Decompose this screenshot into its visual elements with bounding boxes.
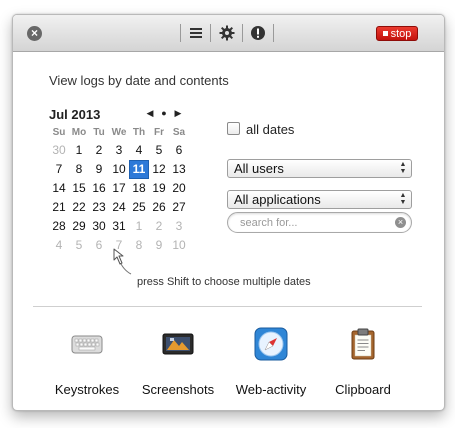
weekday-label: Fr xyxy=(154,127,164,138)
prev-month-icon[interactable]: ◀ xyxy=(143,108,157,119)
clear-search-icon[interactable]: × xyxy=(395,217,406,228)
gear-icon[interactable] xyxy=(218,24,236,42)
calendar-day[interactable]: 2 xyxy=(149,217,169,236)
stop-button[interactable]: stop xyxy=(376,26,418,41)
calendar-day-selected[interactable]: 11 xyxy=(129,160,149,179)
clipboard-tool[interactable]: Clipboard xyxy=(318,326,408,397)
screenshots-tool[interactable]: Screenshots xyxy=(133,326,223,397)
calendar-day[interactable]: 16 xyxy=(89,179,109,198)
calendar-day[interactable]: 10 xyxy=(109,160,129,179)
calendar-day[interactable]: 10 xyxy=(169,236,189,255)
calendar-day[interactable]: 4 xyxy=(129,141,149,160)
hint-arrow-icon xyxy=(113,248,132,275)
safari-compass-icon xyxy=(254,327,288,361)
calendar-day[interactable]: 28 xyxy=(49,217,69,236)
calendar-day[interactable]: 15 xyxy=(69,179,89,198)
calendar-day[interactable]: 31 xyxy=(109,217,129,236)
toolbar-separator xyxy=(180,24,181,42)
updown-arrows-icon: ▲ ▼ xyxy=(399,192,407,206)
calendar-day[interactable]: 22 xyxy=(69,198,89,217)
applications-select-value: All applications xyxy=(234,192,321,207)
calendar-weekday-row: Su Mo Tu We Th Fr Sa xyxy=(49,125,189,141)
keystrokes-label: Keystrokes xyxy=(54,382,120,397)
calendar-day[interactable]: 12 xyxy=(149,160,169,179)
weekday-label: Tu xyxy=(93,127,105,138)
web-activity-tool[interactable]: Web-activity xyxy=(226,326,316,397)
calendar-week-row: 7 8 9 10 11 12 13 xyxy=(49,160,189,179)
calendar-day[interactable]: 21 xyxy=(49,198,69,217)
calendar-day[interactable]: 7 xyxy=(49,160,69,179)
users-select[interactable]: All users ▲ ▼ xyxy=(227,159,412,178)
calendar-day[interactable]: 2 xyxy=(89,141,109,160)
calendar-day[interactable]: 5 xyxy=(149,141,169,160)
close-icon[interactable]: × xyxy=(27,26,42,41)
page-title: View logs by date and contents xyxy=(49,73,229,88)
search-input[interactable] xyxy=(240,215,390,230)
calendar-day[interactable]: 5 xyxy=(69,236,89,255)
weekday-label: Th xyxy=(132,127,146,138)
multi-date-hint: press Shift to choose multiple dates xyxy=(137,276,311,288)
clipboard-icon xyxy=(351,328,375,360)
calendar-day[interactable]: 3 xyxy=(169,217,189,236)
calendar-day[interactable]: 17 xyxy=(109,179,129,198)
next-month-icon[interactable]: ▶ xyxy=(171,108,185,119)
users-select-value: All users xyxy=(234,161,284,176)
toolbar: × stop xyxy=(13,15,444,52)
calendar-day[interactable]: 9 xyxy=(149,236,169,255)
keystrokes-tool[interactable]: Keystrokes xyxy=(42,326,132,397)
calendar-day[interactable]: 24 xyxy=(109,198,129,217)
keyboard-icon xyxy=(71,335,103,354)
weekday-label: Mo xyxy=(71,127,87,138)
list-icon[interactable] xyxy=(187,24,205,42)
calendar-day[interactable]: 27 xyxy=(169,198,189,217)
weekday-label: We xyxy=(111,127,127,138)
logs-panel: × stop View logs by date and contents Ju… xyxy=(12,14,445,411)
calendar-month-label: Jul 2013 xyxy=(49,107,101,122)
calendar-day[interactable]: 30 xyxy=(89,217,109,236)
calendar-week-row: 30 1 2 3 4 5 6 xyxy=(49,141,189,160)
web-activity-label: Web-activity xyxy=(235,382,307,397)
calendar-week-row: 14 15 16 17 18 19 20 xyxy=(49,179,189,198)
calendar-day[interactable]: 3 xyxy=(109,141,129,160)
screenshots-label: Screenshots xyxy=(141,382,215,397)
calendar-day[interactable]: 30 xyxy=(49,141,69,160)
applications-select[interactable]: All applications ▲ ▼ xyxy=(227,190,412,209)
clipboard-label: Clipboard xyxy=(335,382,391,397)
weekday-label: Su xyxy=(52,127,66,138)
calendar-day[interactable]: 14 xyxy=(49,179,69,198)
calendar-day[interactable]: 6 xyxy=(169,141,189,160)
calendar-day[interactable]: 25 xyxy=(129,198,149,217)
all-dates-label: all dates xyxy=(246,122,295,137)
calendar-day[interactable]: 19 xyxy=(149,179,169,198)
toolbar-separator xyxy=(242,24,243,42)
weekday-label: Sa xyxy=(172,127,186,138)
calendar-day[interactable]: 8 xyxy=(69,160,89,179)
calendar-day[interactable]: 29 xyxy=(69,217,89,236)
calendar-day[interactable]: 18 xyxy=(129,179,149,198)
today-dot-icon[interactable]: ● xyxy=(157,108,171,118)
all-dates-checkbox[interactable] xyxy=(227,122,240,135)
calendar-day[interactable]: 13 xyxy=(169,160,189,179)
calendar-grid: Su Mo Tu We Th Fr Sa 30 1 2 3 4 5 6 7 8 9 10 11 12 13… xyxy=(49,125,189,255)
alert-icon[interactable] xyxy=(249,24,267,42)
calendar-day[interactable]: 6 xyxy=(89,236,109,255)
stop-square-icon xyxy=(382,31,388,36)
calendar-day[interactable]: 20 xyxy=(169,179,189,198)
divider xyxy=(33,306,422,307)
updown-arrows-icon: ▲ ▼ xyxy=(399,161,407,175)
calendar-day[interactable]: 4 xyxy=(49,236,69,255)
calendar-week-row: 21 22 23 24 25 26 27 xyxy=(49,198,189,217)
calendar-nav: ◀ ● ▶ xyxy=(143,108,185,119)
calendar-day[interactable]: 9 xyxy=(89,160,109,179)
stop-label: stop xyxy=(390,28,412,40)
screenshots-icon xyxy=(162,333,194,355)
search-field[interactable]: × xyxy=(227,212,412,233)
toolbar-separator xyxy=(210,24,211,42)
calendar-day[interactable]: 1 xyxy=(129,217,149,236)
calendar-week-row: 28 29 30 31 1 2 3 xyxy=(49,217,189,236)
calendar-day[interactable]: 23 xyxy=(89,198,109,217)
calendar-day[interactable]: 1 xyxy=(69,141,89,160)
calendar-day[interactable]: 26 xyxy=(149,198,169,217)
toolbar-separator xyxy=(273,24,274,42)
